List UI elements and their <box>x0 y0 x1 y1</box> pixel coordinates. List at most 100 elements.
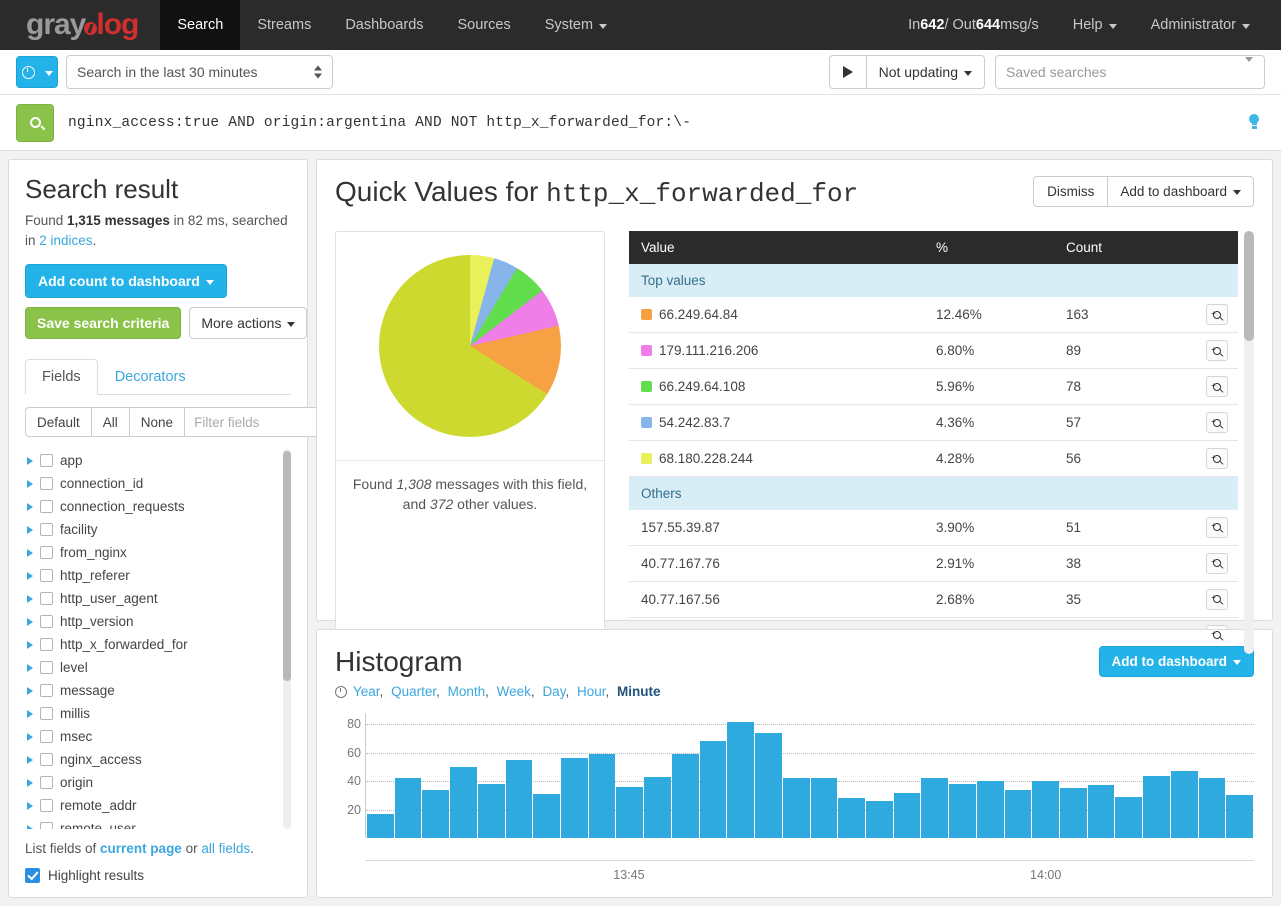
dismiss-button[interactable]: Dismiss <box>1033 176 1109 207</box>
indices-link[interactable]: 2 indices <box>39 233 92 248</box>
histogram-bar[interactable] <box>477 784 505 838</box>
fields-preset-none[interactable]: None <box>128 407 185 438</box>
histogram-bar[interactable] <box>588 754 616 838</box>
field-row[interactable]: http_x_forwarded_for <box>25 633 279 656</box>
checkbox-icon[interactable] <box>40 799 53 813</box>
expand-arrow-icon[interactable] <box>27 640 33 649</box>
checkbox-icon[interactable] <box>40 546 53 560</box>
histogram-bar[interactable] <box>1032 781 1059 838</box>
expand-arrow-icon[interactable] <box>27 709 33 718</box>
fields-preset-all[interactable]: All <box>90 407 129 438</box>
histogram-bar[interactable] <box>810 778 838 838</box>
table-row[interactable]: 66.249.64.84 12.46% 163 <box>629 297 1238 333</box>
zoom-value-button[interactable] <box>1206 412 1228 433</box>
histogram-bar[interactable] <box>1143 775 1170 838</box>
histogram-bar[interactable] <box>367 813 394 838</box>
expand-arrow-icon[interactable] <box>27 663 33 672</box>
graylog-logo[interactable]: gray log <box>0 0 160 50</box>
resolution-week[interactable]: Week <box>497 684 531 699</box>
histogram-bar[interactable] <box>727 721 755 838</box>
fields-scrollbar[interactable] <box>283 449 291 829</box>
expand-arrow-icon[interactable] <box>27 548 33 557</box>
field-row[interactable]: nginx_access <box>25 748 279 771</box>
table-row[interactable]: 40.77.167.76 2.91% 38 <box>629 545 1238 582</box>
field-row[interactable]: level <box>25 656 279 679</box>
more-actions-button[interactable]: More actions <box>189 307 308 340</box>
nav-item-streams[interactable]: Streams <box>240 0 328 50</box>
timerange-select[interactable]: Search in the last 30 minutes <box>66 55 333 89</box>
resolution-quarter[interactable]: Quarter <box>391 684 436 699</box>
play-button[interactable] <box>828 55 866 89</box>
save-search-criteria-button[interactable]: Save search criteria <box>25 307 182 340</box>
checkbox-icon[interactable] <box>40 615 53 629</box>
expand-arrow-icon[interactable] <box>27 594 33 603</box>
saved-searches-select[interactable]: Saved searches <box>995 55 1265 89</box>
plot-area[interactable] <box>365 713 1254 838</box>
resolution-hour[interactable]: Hour <box>577 684 606 699</box>
field-row[interactable]: message <box>25 679 279 702</box>
histogram-bar[interactable] <box>422 789 450 838</box>
field-row[interactable]: msec <box>25 725 279 748</box>
expand-arrow-icon[interactable] <box>27 778 33 787</box>
checkbox-icon[interactable] <box>40 730 53 744</box>
checkbox-icon[interactable] <box>40 500 53 514</box>
resolution-month[interactable]: Month <box>448 684 486 699</box>
histogram-bar[interactable] <box>1087 785 1115 838</box>
scrollbar-thumb[interactable] <box>1244 231 1254 341</box>
field-row[interactable]: connection_requests <box>25 495 279 518</box>
zoom-value-button[interactable] <box>1206 304 1228 325</box>
field-row[interactable]: remote_user <box>25 817 279 829</box>
checkbox-icon[interactable] <box>40 523 53 537</box>
histogram-bar[interactable] <box>949 784 976 838</box>
expand-arrow-icon[interactable] <box>27 732 33 741</box>
histogram-bar[interactable] <box>893 792 921 838</box>
checkbox-icon[interactable] <box>40 477 53 491</box>
field-row[interactable]: http_version <box>25 610 279 633</box>
current-page-link[interactable]: current page <box>100 841 182 856</box>
histogram-bar[interactable] <box>921 778 949 838</box>
histogram-bar[interactable] <box>533 793 561 838</box>
nav-item-help[interactable]: Help <box>1056 0 1134 50</box>
table-row[interactable]: 68.180.228.244 4.28% 56 <box>629 440 1238 477</box>
expand-arrow-icon[interactable] <box>27 617 33 626</box>
zoom-value-button[interactable] <box>1206 552 1228 574</box>
table-row[interactable]: 40.77.167.56 2.68% 35 <box>629 581 1238 618</box>
histogram-bar[interactable] <box>838 798 865 838</box>
table-row[interactable]: 157.55.39.87 3.90% 51 <box>629 509 1238 546</box>
histogram-bar[interactable] <box>1059 788 1087 838</box>
highlight-results-toggle[interactable]: Highlight results <box>25 868 291 883</box>
table-scrollbar[interactable] <box>1244 231 1254 654</box>
zoom-value-button[interactable] <box>1206 340 1228 361</box>
histogram-bar[interactable] <box>865 801 893 838</box>
nav-item-sources[interactable]: Sources <box>441 0 528 50</box>
field-row[interactable]: remote_addr <box>25 794 279 817</box>
checkbox-icon[interactable] <box>40 707 53 721</box>
pie-chart[interactable] <box>379 255 561 437</box>
nav-item-search[interactable]: Search <box>160 0 241 50</box>
histogram-bar[interactable] <box>755 732 782 838</box>
histogram-bar[interactable] <box>1170 771 1198 838</box>
resolution-year[interactable]: Year <box>353 684 380 699</box>
nav-item-system[interactable]: System <box>528 0 624 50</box>
histogram-bar[interactable] <box>671 754 699 838</box>
zoom-value-button[interactable] <box>1206 516 1228 538</box>
zoom-value-button[interactable] <box>1206 588 1228 610</box>
histogram-bar[interactable] <box>1198 778 1226 838</box>
add-to-dashboard-button[interactable]: Add to dashboard <box>1108 176 1254 207</box>
expand-arrow-icon[interactable] <box>27 571 33 580</box>
expand-arrow-icon[interactable] <box>27 525 33 534</box>
histogram-bar[interactable] <box>561 758 588 838</box>
expand-arrow-icon[interactable] <box>27 686 33 695</box>
histogram-bar[interactable] <box>644 776 671 838</box>
checkbox-icon[interactable] <box>40 592 53 606</box>
field-row[interactable]: from_nginx <box>25 541 279 564</box>
search-button[interactable] <box>16 103 54 142</box>
checkbox-icon[interactable] <box>25 868 40 883</box>
query-input[interactable]: nginx_access:true AND origin:argentina A… <box>68 115 1229 131</box>
zoom-value-button[interactable] <box>1206 448 1228 469</box>
histogram-bar[interactable] <box>699 741 727 838</box>
timerange-type-button[interactable] <box>16 56 58 88</box>
checkbox-icon[interactable] <box>40 569 53 583</box>
expand-arrow-icon[interactable] <box>27 479 33 488</box>
add-count-to-dashboard-button[interactable]: Add count to dashboard <box>25 264 227 299</box>
